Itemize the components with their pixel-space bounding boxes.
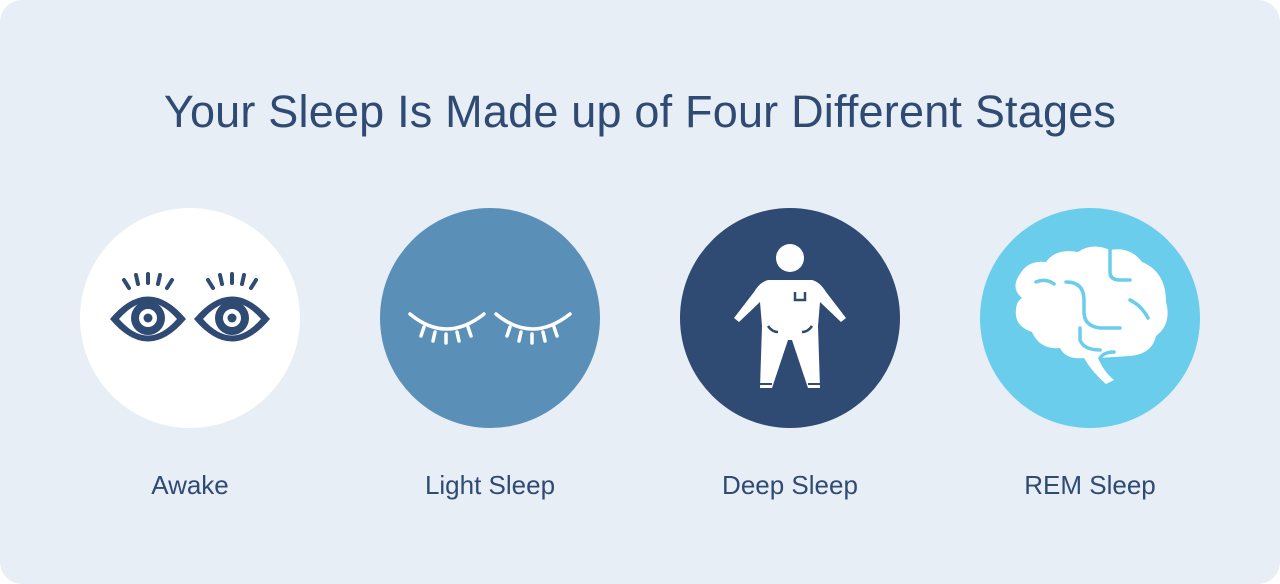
stage-label-light-sleep: Light Sleep bbox=[424, 470, 556, 500]
stage-rem-sleep: REM Sleep bbox=[980, 208, 1200, 518]
infographic-panel: Your Sleep Is Made up of Four Different … bbox=[0, 0, 1280, 584]
stage-light-sleep: Light Sleep bbox=[380, 208, 600, 518]
stage-circle-deep-sleep bbox=[680, 208, 900, 428]
stage-awake: Awake bbox=[80, 208, 300, 518]
brain-icon bbox=[1015, 246, 1168, 384]
open-eyes-icon bbox=[110, 272, 270, 342]
stage-label-rem-sleep: REM Sleep bbox=[1024, 470, 1156, 500]
stage-circle-awake bbox=[80, 208, 300, 428]
sleeping-person-icon bbox=[734, 244, 846, 388]
stage-label-deep-sleep: Deep Sleep bbox=[722, 470, 858, 500]
stage-label-awake: Awake bbox=[151, 470, 229, 500]
closed-eyes-icon bbox=[408, 312, 572, 345]
stage-circle-rem-sleep bbox=[980, 208, 1200, 428]
page-title: Your Sleep Is Made up of Four Different … bbox=[163, 86, 1117, 137]
stage-deep-sleep: Deep Sleep bbox=[680, 208, 900, 518]
stage-circle-light-sleep bbox=[380, 208, 600, 428]
